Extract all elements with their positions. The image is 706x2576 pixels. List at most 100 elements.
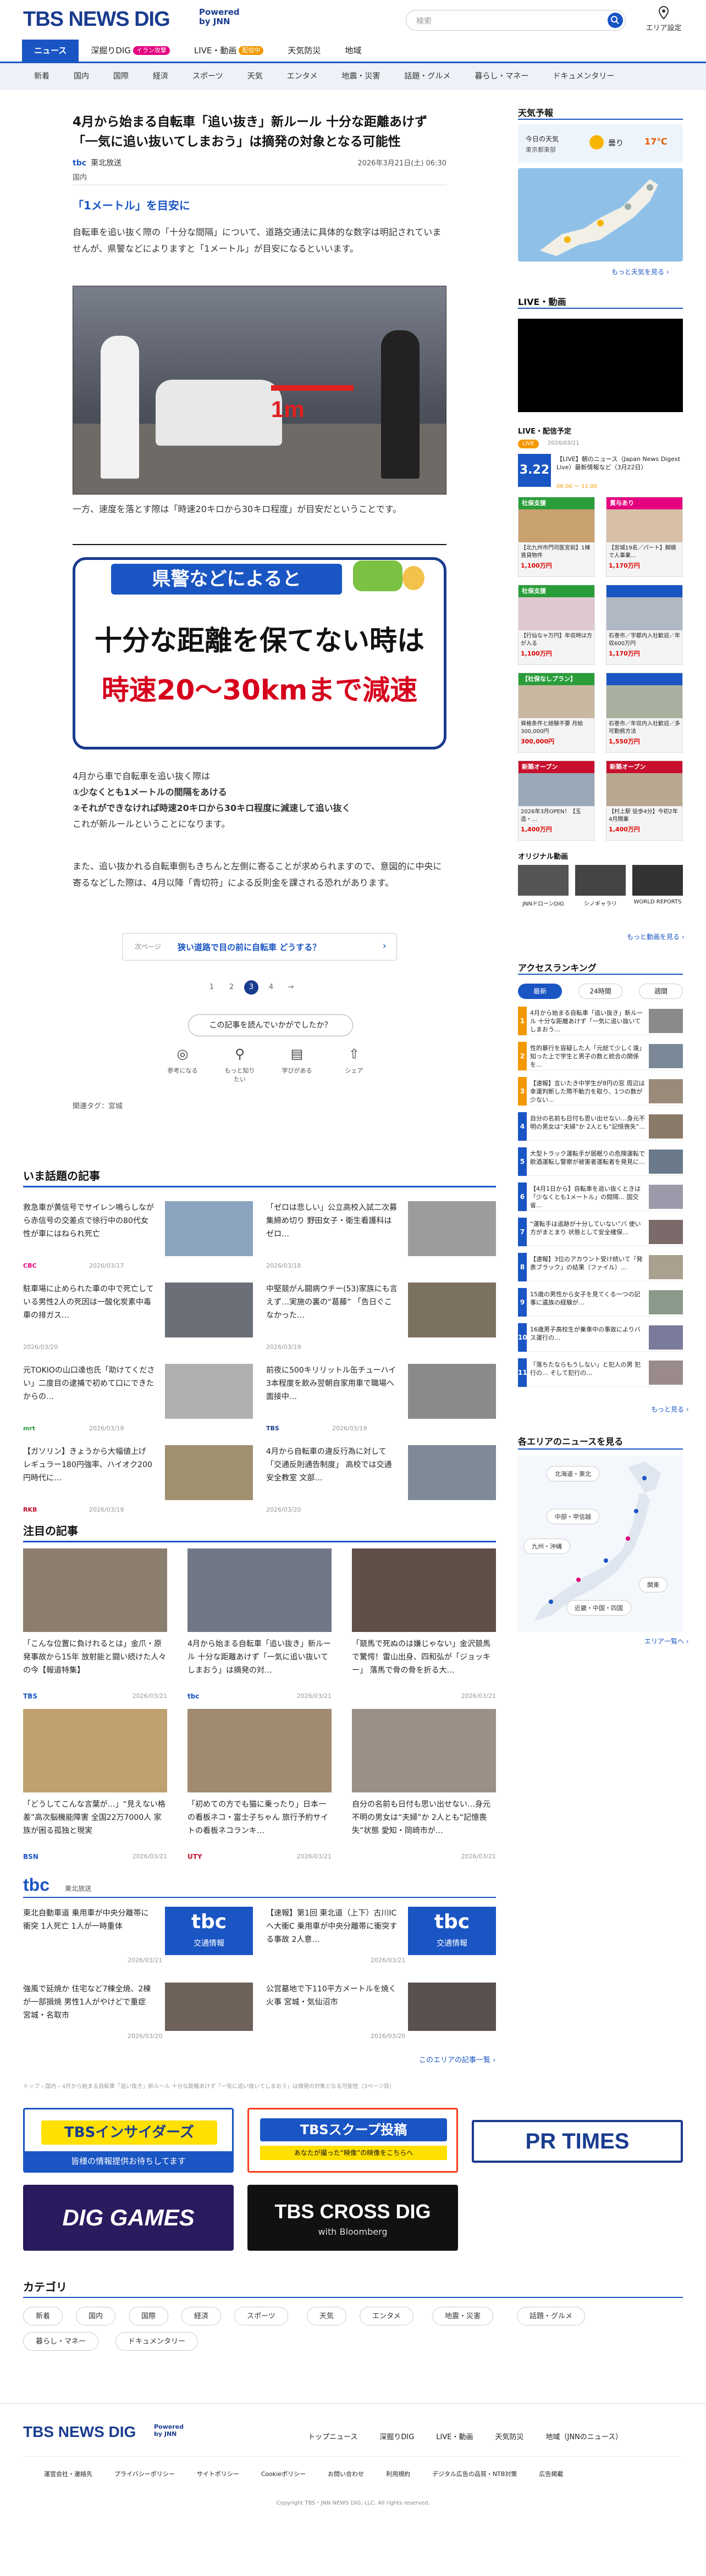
- live-title[interactable]: 【LIVE】朝のニュース（Japan News Digest Live）最新情報…: [556, 455, 683, 471]
- subnav-item[interactable]: 経済: [141, 63, 180, 90]
- footer-link[interactable]: デジタル広告の品質・NTB対策: [421, 2469, 528, 2478]
- search-input[interactable]: 検索: [406, 10, 626, 31]
- area-button-kinki[interactable]: 近畿・中国・四国: [566, 1600, 631, 1615]
- banner-cross-dig[interactable]: TBS CROSS DIG with Bloomberg: [247, 2185, 458, 2251]
- page-next[interactable]: →: [284, 980, 298, 995]
- footer-nav-item[interactable]: 天気防災: [484, 2431, 534, 2441]
- list-item[interactable]: 前夜に500キリリットル缶チューハイ3本程度を飲み翌朝自家用車で職場へ 面接中……: [266, 1364, 496, 1434]
- list-item[interactable]: 元TOKIOの山口達也氏「助けてください」二度目の逮捕で初めて口にできたからの……: [23, 1364, 253, 1434]
- ranking-item[interactable]: 5 大型トラック運転手が居眠りの危険運転で飲酒運転し警察が被害者運転者を発見に…: [518, 1147, 683, 1176]
- subnav-item[interactable]: 国内: [62, 63, 101, 90]
- ranking-item[interactable]: 11 「落ちたならもうしない」と犯人の男 犯行の… そして犯行の…: [518, 1358, 683, 1387]
- video-more-link[interactable]: もっと動画を見る ›: [627, 932, 685, 941]
- video-thumb[interactable]: [632, 865, 683, 896]
- footer-link[interactable]: 運営会社・連絡先: [33, 2469, 103, 2478]
- ranking-item[interactable]: 6 【4月1日から】自転車を追い抜くときは「少なくとも1メートル」の間隔… 国交省…: [518, 1182, 683, 1211]
- ranking-item[interactable]: 10 16歳男子高校生が乗車中の事故によりバス運行の…: [518, 1323, 683, 1352]
- video-thumb[interactable]: [518, 865, 569, 896]
- ad-card[interactable]: 社保支援 【行仙なゃ万円】年収時は方が入る 1,100万円: [518, 585, 595, 665]
- ad-card[interactable]: 新築オープン 【村上駅 徒歩4分】今初2年4月開業 1,400万円: [606, 760, 683, 841]
- subnav-item[interactable]: エンタメ: [275, 63, 330, 90]
- areas-more-link[interactable]: エリア一覧へ ›: [644, 1636, 689, 1646]
- react-more-button[interactable]: ⚲ もっと知りたい: [222, 1045, 257, 1084]
- list-item[interactable]: 公営墓地で下110平方メートルを焼く火事 宮城・気仙沼市 2026/03/20: [266, 1983, 496, 2042]
- subnav-item[interactable]: スポーツ: [180, 63, 235, 90]
- weather-today[interactable]: 今日の天気 東京都東部 曇り 17℃: [518, 124, 683, 163]
- subnav-item[interactable]: 話題・グルメ: [392, 63, 462, 90]
- category-button[interactable]: スポーツ: [234, 2307, 288, 2325]
- featured-card[interactable]: 4月から始まる自転車「追い抜き」新ルール 十分な距離あけず「一気に追い抜いてしま…: [187, 1548, 332, 1708]
- search-icon[interactable]: [608, 13, 623, 28]
- category-button[interactable]: 地震・災害: [432, 2307, 494, 2325]
- list-item[interactable]: 中堅競がん闘病ウチー(53)家族にも言えず…実施の裏の“葛藤” 「告日ぐこなかっ…: [266, 1283, 496, 1353]
- list-item[interactable]: 【ガソリン】きょうから大幅値上げ レギュラー180円強率、ハイオク200円時代に…: [23, 1445, 253, 1515]
- tab-region[interactable]: 地域: [333, 40, 373, 62]
- category-button[interactable]: 暮らし・マネー: [23, 2332, 99, 2351]
- page-link[interactable]: 2: [224, 980, 239, 995]
- local-more-link[interactable]: このエリアの記事一覧 ›: [419, 2054, 495, 2064]
- list-item[interactable]: 4月から自転車の違反行為に対して「交通反則通告制度」 高校では交通安全教室 文部…: [266, 1445, 496, 1515]
- subnav-item[interactable]: ドキュメンタリー: [540, 63, 626, 90]
- page-link[interactable]: 4: [264, 980, 278, 995]
- list-item[interactable]: 強風で延焼か 住宅など7棟全焼、2棟が一部損焼 男性1人がやけどで重症 宮城・名…: [23, 1983, 253, 2042]
- footer-link[interactable]: お問い合わせ: [317, 2469, 375, 2478]
- subnav-item[interactable]: 国際: [101, 63, 141, 90]
- page-link[interactable]: 1: [205, 980, 219, 995]
- react-helpful-button[interactable]: ◎ 参考になる: [165, 1045, 200, 1084]
- subnav-item[interactable]: 天気: [235, 63, 275, 90]
- tab-deep-dig[interactable]: 深掘りDIG イラン攻撃: [79, 40, 182, 62]
- ad-card[interactable]: 新築オープン 2026年3月OPEN！【玉造・… 1,400万円: [518, 760, 595, 841]
- footer-nav-item[interactable]: 地域（JNNのニュース）: [534, 2431, 633, 2441]
- weather-more-link[interactable]: もっと天気を見る ›: [611, 267, 669, 276]
- area-button-chubu[interactable]: 中部・甲信越: [547, 1509, 599, 1524]
- featured-card[interactable]: 「どうしてこんな言葉が…」“見えない格差”高次脳機能障害 全国22万7000人 …: [23, 1709, 167, 1868]
- breadcrumb[interactable]: トップ › 国内 › 4月から始まる自転車「追い抜き」新ルール 十分な距離あけず…: [23, 2081, 485, 2090]
- category-button[interactable]: 天気: [307, 2307, 347, 2325]
- category-button[interactable]: 国際: [129, 2307, 169, 2325]
- tab-live[interactable]: LIVE・動画 配信中: [182, 40, 276, 62]
- ranking-item[interactable]: 1 4月から始まる自転車「追い抜き」新ルール 十分な距離あけず「一気に追い抜いてし…: [518, 1007, 683, 1035]
- tab-weather[interactable]: 天気防災: [275, 40, 333, 62]
- category-button[interactable]: ドキュメンタリー: [115, 2332, 198, 2351]
- weather-map[interactable]: [518, 168, 683, 262]
- tab-news[interactable]: ニュース: [22, 40, 79, 62]
- ranking-item[interactable]: 9 15歳の男性から女子を見てくる一つの記事に遺族の経験が…: [518, 1288, 683, 1317]
- ad-card[interactable]: 石巻市／年収内入社歓迎／多可勤務方法 1,550万円: [606, 673, 683, 753]
- list-item[interactable]: 「ゼロは悲しい」公立高校入試二次募集締め切り 野田女子・衛生看護科はゼロ… 20…: [266, 1201, 496, 1272]
- category-button[interactable]: 話題・グルメ: [517, 2307, 586, 2325]
- react-learn-button[interactable]: ▤ 学びがある: [279, 1045, 315, 1084]
- footer-link[interactable]: サイトポリシー: [186, 2469, 250, 2478]
- share-button[interactable]: ⇧ シェア: [337, 1045, 372, 1084]
- ranking-tab-latest[interactable]: 最新: [518, 984, 562, 999]
- featured-card[interactable]: 「競馬で死ぬのは嫌じゃない」金沢競馬で驚愕！雷山出身、四和弘が「ジョッキー」 落…: [352, 1548, 496, 1708]
- ranking-tab-weekly[interactable]: 週間: [639, 984, 683, 999]
- footer-nav-item[interactable]: トップニュース: [297, 2431, 368, 2441]
- list-item[interactable]: 救急車が黄信号でサイレン鳴らしながら赤信号の交差点で徐行中の80代女性が車にはね…: [23, 1201, 253, 1272]
- ranking-tab-24h[interactable]: 24時間: [578, 984, 622, 999]
- subnav-item[interactable]: 地震・災害: [329, 63, 392, 90]
- banner-scoop[interactable]: TBSスクープ投稿 あなたが撮った“映像”の映像をこちらへ: [247, 2108, 458, 2173]
- ranking-more-link[interactable]: もっと見る ›: [651, 1404, 689, 1414]
- ranking-item[interactable]: 8 【速報】3位のアカウント受け続いて「発表ブラック」の結果（ファイル）…: [518, 1253, 683, 1281]
- area-button-kyushu[interactable]: 九州・沖縄: [523, 1539, 570, 1554]
- ranking-item[interactable]: 4 自分の名前も日付も思い出せない…身元不明の男女は“夫婦”か 2人とも“記憶喪失…: [518, 1112, 683, 1141]
- ad-card[interactable]: 【社保なしプラン】 資格条件と経験不要 月給300,000円 300,000円: [518, 673, 595, 753]
- footer-link[interactable]: Cookieポリシー: [250, 2469, 317, 2478]
- site-logo[interactable]: TBS NEWS DIG: [23, 8, 170, 31]
- banner-prtimes[interactable]: PR TIMES: [472, 2120, 683, 2163]
- footer-link[interactable]: 利用規約: [375, 2469, 421, 2478]
- live-player[interactable]: [518, 319, 683, 412]
- list-item[interactable]: 駐車場に止められた車の中で死亡している男性2人の死因は一酸化炭素中毒 車の排ガス…: [23, 1283, 253, 1353]
- list-item[interactable]: 東北自動車道 乗用車が中央分離帯に衝突 1人死亡 1人が一時重体 tbc 交通情報 2…: [23, 1907, 253, 1966]
- category-button[interactable]: 国内: [76, 2307, 116, 2325]
- banner-dig-games[interactable]: DIG GAMES: [23, 2185, 234, 2251]
- ranking-item[interactable]: 3 【速報】言いたき中学生が8円の窓 周辺は幸運判断した際不動力を取り、1つの数が…: [518, 1077, 683, 1106]
- category-button[interactable]: エンタメ: [360, 2307, 413, 2325]
- ad-card[interactable]: 石巻市／宇都内入社歓迎／年収600万円 1,170万円: [606, 585, 683, 665]
- footer-nav-item[interactable]: 深掘りDIG: [368, 2431, 425, 2441]
- featured-card[interactable]: 「初めての方でも猫に乗ったり」日本一の看板ネコ・富士子ちゃん 旅行予約サイトの看…: [187, 1709, 332, 1868]
- footer-logo[interactable]: TBS NEWS DIG: [23, 2423, 136, 2441]
- subnav-item[interactable]: 新着: [22, 63, 62, 90]
- list-item[interactable]: 【速報】第1回 東北道（上下）古川ICへ大衝C 乗用車が中央分離帯に衝突する事故…: [266, 1907, 496, 1966]
- ranking-item[interactable]: 2 性的暴行を容疑した人「元総て少しく遠」 知った上で学生と男子の数と統合の関係を…: [518, 1042, 683, 1070]
